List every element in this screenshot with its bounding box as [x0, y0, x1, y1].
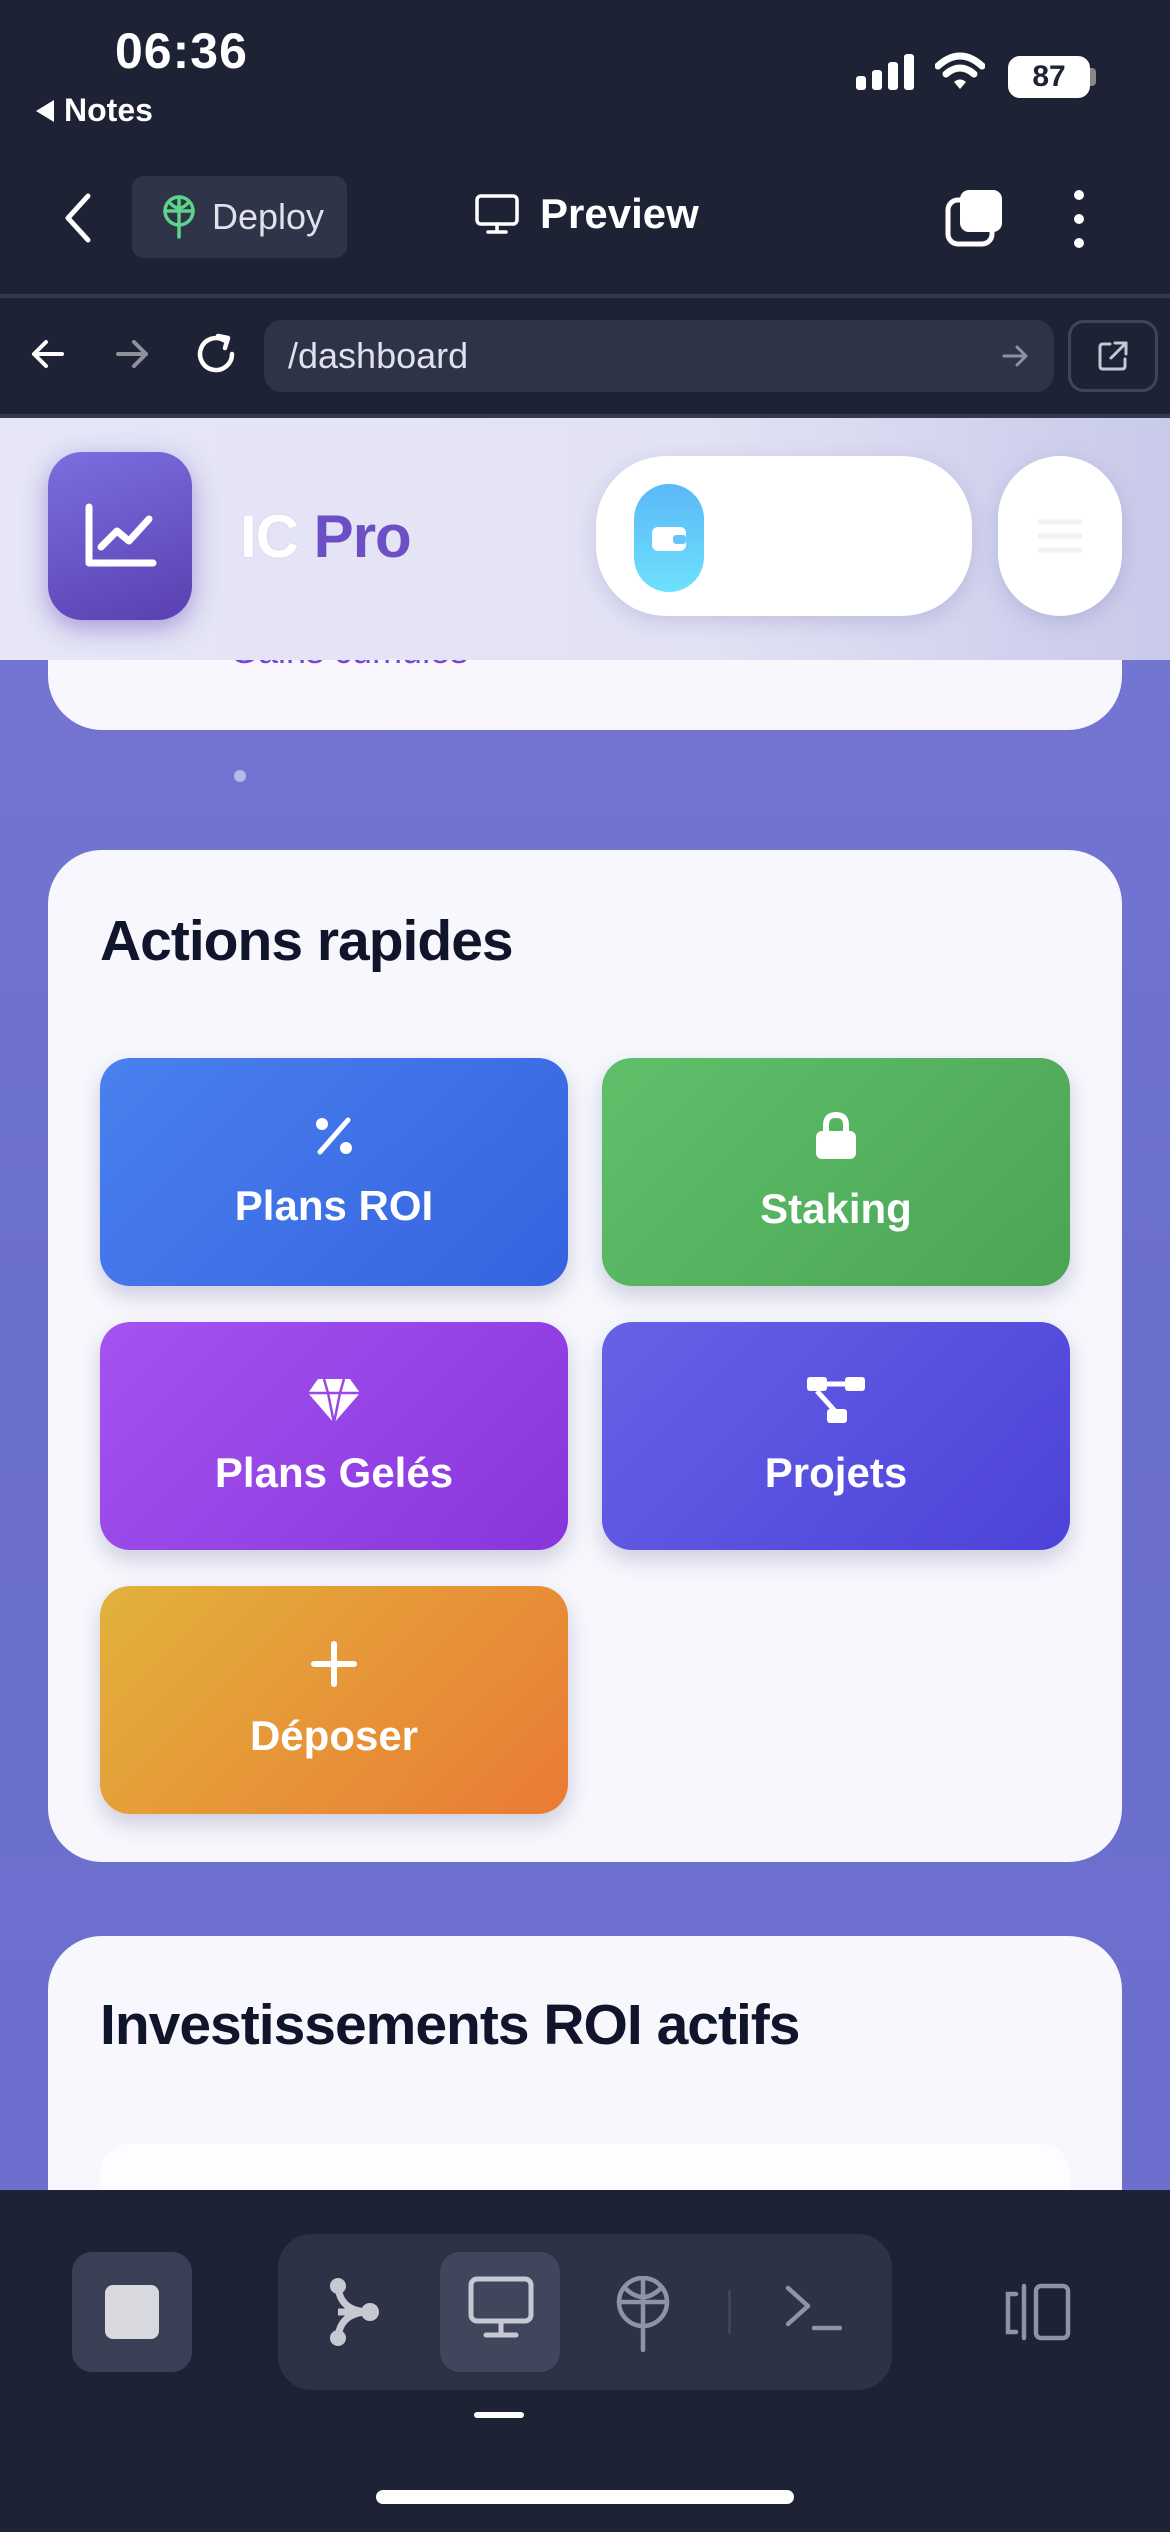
menu-icon [1037, 519, 1083, 553]
roi-investments-title: Investissements ROI actifs [100, 1993, 800, 2057]
staking-label: Staking [760, 1185, 912, 1232]
projets-label: Projets [764, 1449, 908, 1496]
carousel-dot[interactable] [234, 770, 246, 782]
battery-tip-icon [1090, 68, 1096, 86]
preview-monitor-icon[interactable] [468, 2276, 534, 2340]
battery-indicator: 87 [1008, 56, 1090, 98]
url-input[interactable]: /dashboard [264, 320, 1054, 392]
external-link-icon [1098, 341, 1128, 371]
back-to-notes-label: Notes [64, 92, 153, 128]
percent-icon [316, 1117, 352, 1155]
terminal-icon[interactable] [784, 2280, 842, 2336]
gem-icon [308, 1378, 360, 1424]
project-diagram-icon [807, 1377, 865, 1423]
cellular-signal-icon [856, 54, 914, 90]
preview-label: Preview [540, 190, 699, 237]
home-indicator[interactable] [376, 2490, 794, 2504]
back-to-notes-link[interactable]: Notes [36, 92, 153, 129]
back-triangle-icon [36, 99, 54, 122]
reload-icon[interactable] [192, 330, 240, 378]
tool-separator [728, 2290, 731, 2334]
workflow-icon[interactable] [326, 2276, 382, 2348]
plans-roi-button[interactable]: Plans ROI [100, 1058, 568, 1286]
deploy-icon [163, 195, 195, 239]
deploy-button[interactable]: Deploy [132, 176, 347, 258]
browser-back-icon[interactable] [28, 334, 68, 374]
device-layout-icon[interactable] [1002, 2282, 1072, 2342]
chart-line-icon [85, 503, 157, 567]
active-tool-indicator [474, 2412, 524, 2418]
plans-geles-label: Plans Gelés [214, 1449, 454, 1496]
quick-actions-card: Actions rapides Plans ROI Staking Plans … [48, 850, 1122, 1862]
stop-square-icon [105, 2285, 159, 2339]
lock-icon [816, 1111, 856, 1159]
deploy-tool-icon[interactable] [612, 2276, 674, 2352]
staking-button[interactable]: Staking [602, 1058, 1070, 1286]
url-text: /dashboard [288, 335, 469, 376]
app-brand: IC Pro [240, 502, 412, 571]
wifi-icon [935, 52, 985, 89]
deploy-label: Deploy [212, 196, 325, 237]
plus-icon [311, 1641, 357, 1687]
menu-button[interactable] [998, 456, 1122, 616]
header-divider [0, 294, 1170, 298]
wallet-icon [634, 484, 704, 592]
stop-button[interactable] [72, 2252, 192, 2372]
brand-part2: Pro [313, 503, 412, 570]
back-chevron-icon[interactable] [60, 190, 96, 246]
quick-actions-title: Actions rapides [100, 909, 514, 973]
wallet-button[interactable] [596, 456, 972, 616]
browser-forward-icon[interactable] [112, 334, 152, 374]
projets-button[interactable]: Projets [602, 1322, 1070, 1550]
go-arrow-icon[interactable] [1000, 341, 1030, 371]
status-time: 06:36 [115, 23, 248, 79]
deposer-button[interactable]: Déposer [100, 1586, 568, 1814]
preview-tab[interactable]: Preview [474, 190, 699, 238]
web-viewport[interactable]: Gains cumulés IC Pro [0, 418, 1170, 2190]
plans-roi-label: Plans ROI [234, 1182, 434, 1229]
plans-geles-button[interactable]: Plans Gelés [100, 1322, 568, 1550]
deposer-label: Déposer [249, 1712, 419, 1759]
more-menu-icon[interactable] [1074, 190, 1084, 248]
roi-investment-item[interactable] [100, 2144, 1070, 2190]
brand-part1: IC [240, 503, 314, 570]
monitor-icon [475, 194, 519, 234]
app-topbar: IC Pro [0, 418, 1170, 660]
app-logo[interactable] [48, 452, 192, 620]
open-external-button[interactable] [1068, 320, 1158, 392]
roi-investments-card: Investissements ROI actifs [48, 1936, 1122, 2190]
tabs-icon[interactable] [944, 188, 1004, 248]
